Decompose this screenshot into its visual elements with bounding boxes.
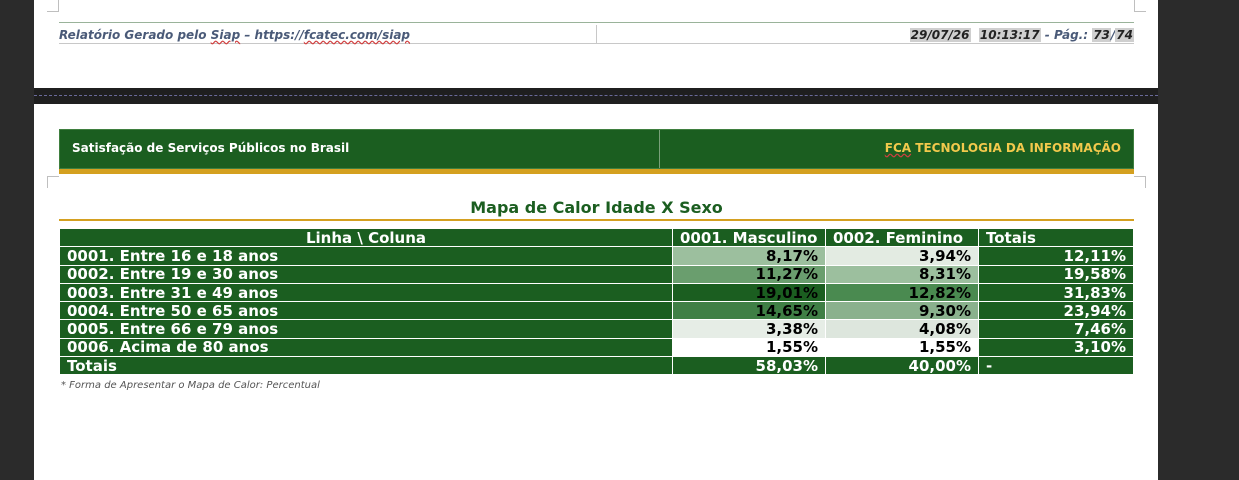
totals-label: Totais (59, 356, 673, 376)
total-male: 58,03% (672, 356, 826, 376)
table-row: 0003. Entre 31 e 49 anos 19,01% 12,82% 31,8… (59, 282, 1134, 303)
survey-title: Satisfação de Serviços Públicos no Brasi… (72, 141, 350, 155)
cell-total: 23,94% (978, 301, 1134, 321)
crop-mark (47, 0, 59, 12)
report-page: Satisfação de Serviços Públicos no Brasi… (34, 104, 1158, 480)
cell-male: 3,38% (672, 319, 826, 339)
cell-female: 9,30% (825, 301, 979, 321)
table-row: 0006. Acima de 80 anos 1,55% 1,55% 3,10% (59, 337, 1134, 358)
row-label: 0001. Entre 16 e 18 anos (59, 246, 673, 266)
cell-total: 31,83% (978, 282, 1134, 303)
footer-url[interactable]: fcatec.com/siap (304, 28, 410, 42)
footer-app-name: Siap (210, 28, 241, 42)
report-header: Satisfação de Serviços Públicos no Brasi… (59, 129, 1134, 169)
header-accent-bar (59, 169, 1134, 174)
col-header-row-col: Linha \ Coluna (59, 227, 673, 248)
row-label: 0005. Entre 66 e 79 anos (59, 319, 673, 339)
company-name-rest: TECNOLOGIA DA INFORMAÇÃO (911, 141, 1121, 155)
table-row: 0005. Entre 66 e 79 anos 3,38% 4,08% 7,46% (59, 319, 1134, 339)
total-grand: - (978, 356, 1134, 376)
footer-sep: – https:// (240, 28, 304, 42)
footer-date: 29/07/26 (909, 28, 971, 42)
row-label: 0003. Entre 31 e 49 anos (59, 282, 673, 303)
crop-mark (1134, 0, 1146, 12)
cell-male: 14,65% (672, 301, 826, 321)
title-divider (59, 219, 1134, 221)
row-label: 0002. Entre 19 e 30 anos (59, 264, 673, 284)
crop-mark (47, 176, 59, 188)
table-header-row: Linha \ Coluna 0001. Masculino 0002. Fem… (59, 227, 1134, 248)
footer-page-total: 74 (1115, 28, 1134, 42)
col-header-female: 0002. Feminino (825, 227, 979, 248)
cell-total: 12,11% (978, 246, 1134, 266)
footer-timestamp: 29/07/26 10:13:17 - Pág.: 73/74 (909, 28, 1134, 42)
table-row: 0002. Entre 19 e 30 anos 11,27% 8,31% 19,58… (59, 264, 1134, 284)
cell-total: 7,46% (978, 319, 1134, 339)
row-label: 0004. Entre 50 e 65 anos (59, 301, 673, 321)
footer-page-current: 73 (1092, 28, 1111, 42)
heatmap-title: Mapa de Calor Idade X Sexo (470, 198, 723, 217)
previous-page: Relatório Gerado pelo Siap – https://fca… (34, 0, 1158, 88)
table-row: 0004. Entre 50 e 65 anos 14,65% 9,30% 23,94… (59, 301, 1134, 321)
footer-prefix: Relatório Gerado pelo (59, 28, 211, 42)
heatmap-table: Linha \ Coluna 0001. Masculino 0002. Fem… (59, 227, 1134, 376)
table-row: 0001. Entre 16 e 18 anos 8,17% 3,94% 12,11% (59, 246, 1134, 266)
cell-male: 8,17% (672, 246, 826, 266)
cell-female: 1,55% (825, 337, 979, 358)
cell-female: 3,94% (825, 246, 979, 266)
col-header-male: 0001. Masculino (672, 227, 826, 248)
report-footer: Relatório Gerado pelo Siap – https://fca… (59, 22, 1134, 44)
heatmap-note: * Forma de Apresentar o Mapa de Calor: P… (61, 380, 320, 391)
row-label: 0006. Acima de 80 anos (59, 337, 673, 358)
cell-female: 12,82% (825, 282, 979, 303)
cell-female: 4,08% (825, 319, 979, 339)
cell-male: 1,55% (672, 337, 826, 358)
company-brand: FCA (884, 141, 912, 155)
cell-male: 19,01% (672, 282, 826, 303)
page-separator (34, 88, 1158, 104)
cell-male: 11,27% (672, 264, 826, 284)
cell-female: 8,31% (825, 264, 979, 284)
cell-total: 3,10% (978, 337, 1134, 358)
col-header-totals: Totais (978, 227, 1134, 248)
footer-time: 10:13:17 (978, 28, 1041, 42)
cell-total: 19,58% (978, 264, 1134, 284)
footer-page-label: - Pág.: (1040, 28, 1093, 42)
footer-generated-by: Relatório Gerado pelo Siap – https://fca… (59, 25, 597, 43)
totals-row: Totais 58,03% 40,00% - (59, 356, 1134, 376)
company-name: FCA TECNOLOGIA DA INFORMAÇÃO (885, 141, 1121, 155)
crop-mark (1134, 176, 1146, 188)
total-female: 40,00% (825, 356, 979, 376)
